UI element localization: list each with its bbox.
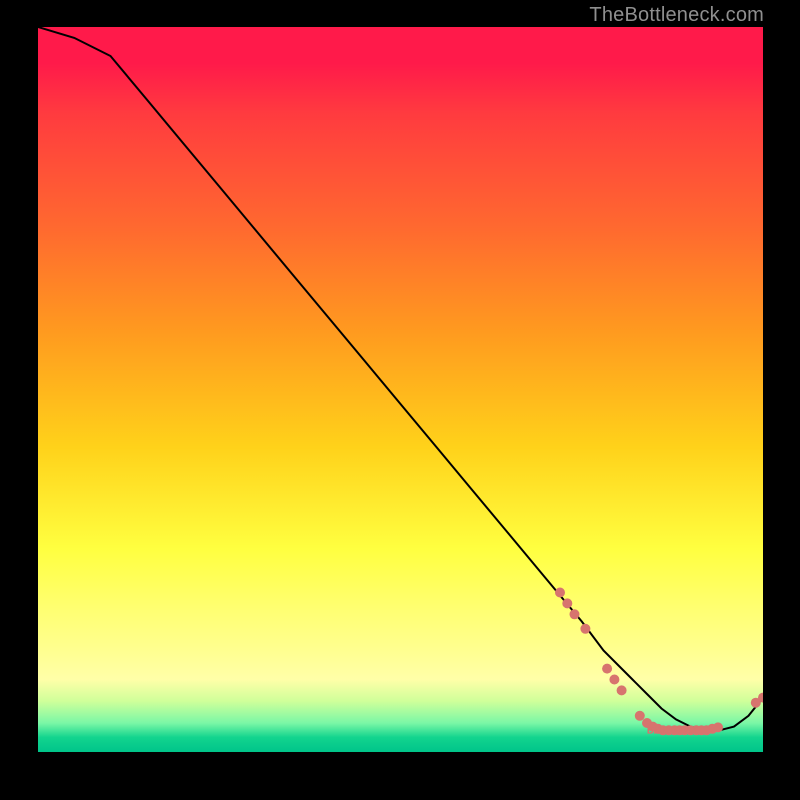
bottleneck-curve [38, 27, 763, 730]
curve-marker [713, 722, 723, 732]
curve-marker [609, 675, 619, 685]
plot-area: BIDS 05046 [38, 27, 763, 752]
curve-marker [635, 711, 645, 721]
curve-markers [555, 588, 763, 736]
curve-marker [570, 609, 580, 619]
curve-marker [580, 624, 590, 634]
curve-marker [562, 598, 572, 608]
curve-marker [617, 685, 627, 695]
curve-marker [555, 588, 565, 598]
curve-layer: BIDS 05046 [38, 27, 763, 752]
watermark-text: TheBottleneck.com [589, 4, 764, 27]
chart-stage: TheBottleneck.com BIDS 05046 [0, 0, 800, 800]
curve-marker [602, 664, 612, 674]
marker-label: BIDS 05046 [647, 725, 696, 735]
